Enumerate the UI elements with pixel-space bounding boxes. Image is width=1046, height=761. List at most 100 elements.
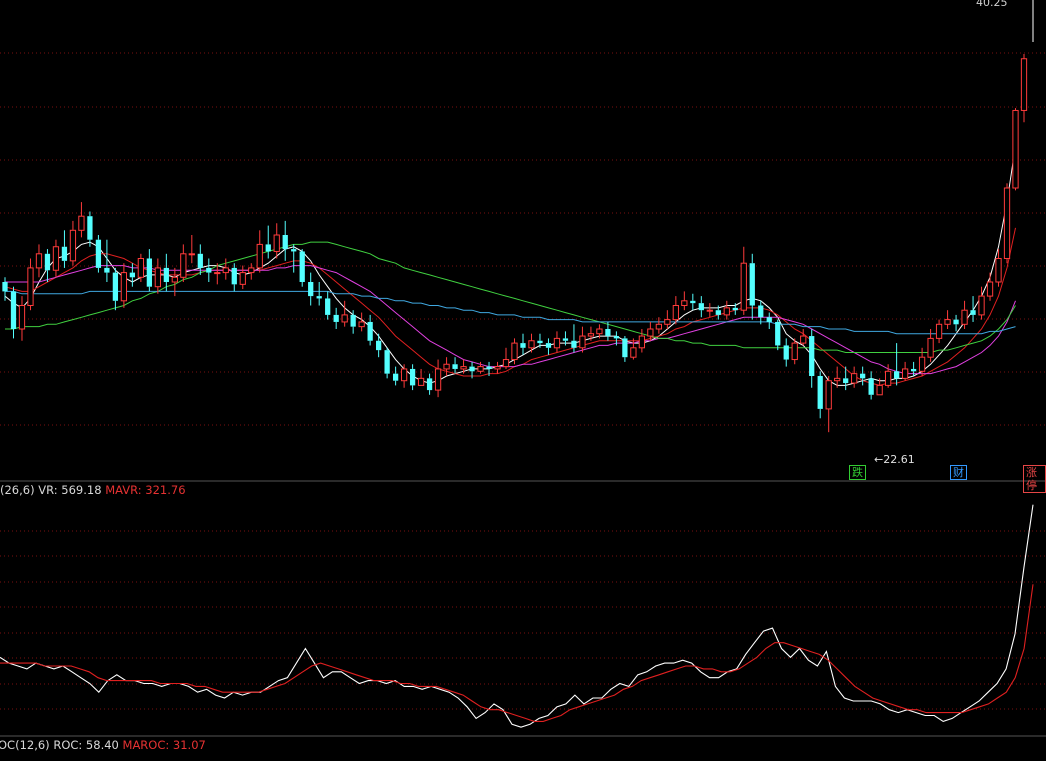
candle: [740, 246, 747, 315]
candle: [417, 368, 425, 386]
candle: [622, 336, 628, 362]
candle: [10, 286, 17, 339]
candle-body-down: [766, 317, 772, 322]
candle-body-down: [690, 300, 696, 304]
candle: [970, 296, 976, 322]
candle: [502, 347, 510, 369]
candle: [206, 258, 212, 282]
candle: [545, 338, 552, 355]
candle: [1020, 54, 1028, 123]
candle-body-down: [10, 291, 17, 329]
candle: [664, 310, 671, 329]
candle-body-down: [843, 378, 849, 384]
candle: [333, 307, 339, 329]
candle-body-up: [35, 253, 43, 269]
vr-value: VR: 569.18: [38, 483, 102, 497]
candle: [87, 211, 93, 247]
candle-body-up: [494, 366, 501, 370]
candle-body-down: [775, 321, 781, 346]
candle-body-up: [239, 272, 246, 285]
candle: [783, 338, 789, 367]
candle-body-up: [188, 253, 195, 256]
candle-body-down: [104, 267, 110, 273]
candle: [239, 265, 246, 290]
candle-body-down: [545, 343, 552, 348]
candle: [817, 371, 823, 419]
candle-body-down: [282, 235, 288, 250]
candle: [146, 249, 152, 292]
low-price-annotation: ←22.61: [874, 453, 915, 466]
candle: [723, 300, 730, 320]
candle-body-down: [622, 338, 628, 358]
candle: [316, 282, 322, 306]
candle: [273, 223, 280, 259]
candle: [901, 361, 909, 381]
candle-body-up: [27, 267, 34, 306]
candle: [256, 230, 263, 273]
candle: [698, 296, 704, 318]
candle-body-up: [978, 295, 985, 316]
candle: [248, 263, 255, 280]
candle-body-up: [434, 368, 442, 391]
candle-body-down: [817, 376, 823, 409]
candle-body-up: [825, 380, 832, 410]
candle-body-up: [655, 323, 662, 330]
candle: [291, 244, 297, 273]
candle-body-up: [596, 328, 603, 335]
candle-body-down: [893, 371, 900, 379]
candle-body-up: [180, 253, 187, 278]
roc-panel-title: OC(12,6) ROC: 58.40 MAROC: 31.07: [0, 738, 206, 752]
candle-body-down: [452, 364, 458, 369]
candle-body-down: [571, 340, 577, 348]
candle-body-up: [918, 356, 926, 372]
candle-body-down: [613, 336, 620, 339]
candle: [775, 319, 781, 351]
top-price-label: 40.25: [976, 0, 1008, 9]
candle-body-up: [78, 215, 85, 231]
candle: [868, 371, 874, 400]
candle-body-down: [758, 305, 764, 318]
candle-body-down: [206, 267, 212, 273]
candle: [553, 331, 561, 353]
event-tag-limit-up[interactable]: 涨停: [1023, 465, 1046, 493]
candle: [341, 300, 348, 327]
candle: [749, 253, 755, 320]
candle: [935, 319, 943, 344]
candle-body-down: [163, 267, 169, 282]
candle-body-down: [426, 378, 433, 391]
candle: [944, 310, 951, 329]
candle: [52, 239, 60, 278]
vr-panel-title: (26,6) VR: 569.18 MAVR: 321.76: [0, 483, 186, 497]
candle-body-up: [214, 272, 221, 275]
candle-body-down: [44, 253, 51, 271]
candle-body-up: [1020, 58, 1028, 111]
candle-body-up: [706, 309, 713, 312]
candle-body-up: [273, 234, 280, 252]
candle: [325, 291, 331, 320]
candle-body-down: [715, 310, 721, 315]
candle: [961, 300, 968, 329]
candle-body-down: [350, 314, 356, 327]
candle: [494, 361, 501, 374]
candle-body-up: [1003, 187, 1011, 259]
candle-body-up: [851, 373, 858, 384]
candle: [809, 329, 815, 388]
candle-body-up: [800, 335, 807, 344]
candle-body-down: [197, 253, 203, 268]
candle-body-down: [112, 272, 119, 301]
candle: [706, 303, 713, 318]
candle-body-up: [69, 229, 77, 262]
candle: [137, 253, 144, 282]
event-tag-down[interactable]: 跌: [849, 465, 866, 480]
ma-line-green: [5, 241, 1016, 353]
candle: [61, 230, 68, 268]
candle: [376, 333, 382, 358]
candle-body-down: [61, 246, 68, 261]
event-tag-finance[interactable]: 财: [950, 465, 967, 480]
candle-body-down: [392, 373, 399, 381]
stock-chart-canvas: [0, 0, 1046, 737]
candle: [265, 225, 271, 259]
candle-body-up: [222, 267, 229, 274]
candle: [180, 244, 187, 282]
candle: [129, 263, 136, 287]
